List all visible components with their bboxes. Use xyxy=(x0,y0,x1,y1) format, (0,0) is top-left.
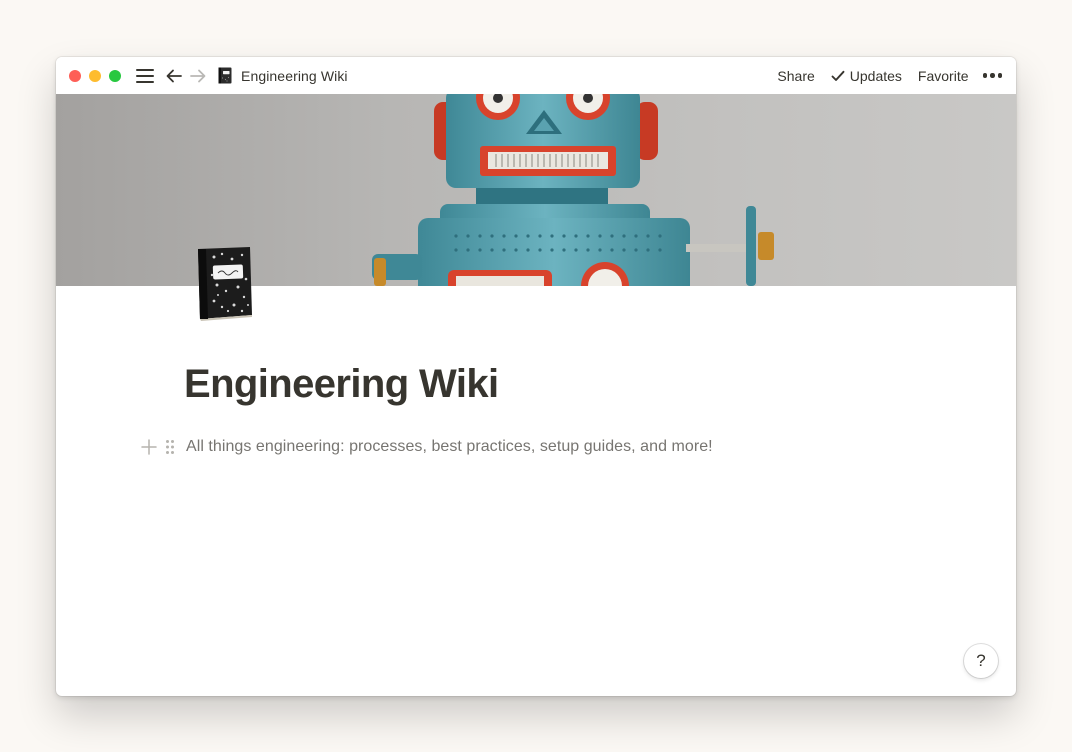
plus-icon[interactable] xyxy=(140,438,158,456)
app-window: Engineering Wiki Share Updates Favorite xyxy=(56,57,1016,696)
favorite-button[interactable]: Favorite xyxy=(910,68,977,84)
titlebar-actions: Share Updates Favorite xyxy=(769,57,1002,94)
share-button[interactable]: Share xyxy=(769,68,822,84)
window-controls xyxy=(69,69,121,82)
page-title[interactable]: Engineering Wiki xyxy=(184,362,499,407)
arrow-right-icon[interactable] xyxy=(189,67,207,85)
composition-notebook-icon[interactable] xyxy=(217,67,233,85)
page-description[interactable]: All things engineering: processes, best … xyxy=(186,438,713,456)
help-button[interactable]: ? xyxy=(964,644,998,678)
description-block: All things engineering: processes, best … xyxy=(140,435,713,459)
minimize-window-button[interactable] xyxy=(89,69,101,82)
more-dots-icon[interactable] xyxy=(977,73,1002,78)
drag-handle-icon[interactable] xyxy=(164,438,176,456)
composition-notebook-icon[interactable] xyxy=(192,245,256,321)
titlebar: Engineering Wiki Share Updates Favorite xyxy=(56,57,1016,94)
arrow-left-icon[interactable] xyxy=(165,67,183,85)
updates-label: Updates xyxy=(849,67,902,84)
breadcrumb-page-title[interactable]: Engineering Wiki xyxy=(241,68,348,84)
close-window-button[interactable] xyxy=(69,69,81,82)
zoom-window-button[interactable] xyxy=(109,69,121,82)
checkmark-icon xyxy=(831,70,845,81)
updates-button[interactable]: Updates xyxy=(823,68,910,84)
hamburger-menu-icon[interactable] xyxy=(135,66,155,86)
